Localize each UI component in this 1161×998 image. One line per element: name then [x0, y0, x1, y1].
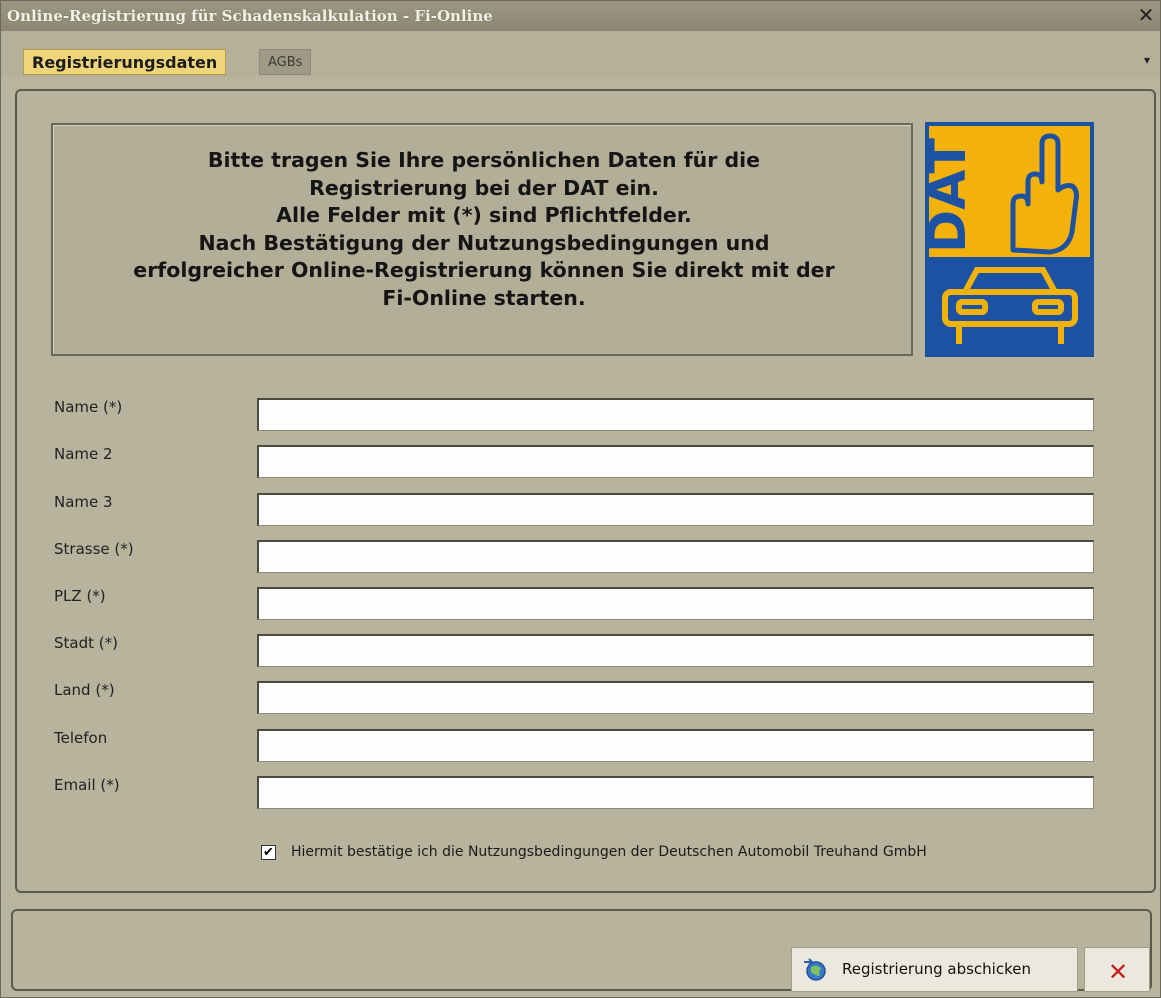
- label-name2: Name 2: [54, 445, 113, 463]
- strasse-field[interactable]: [257, 540, 1094, 573]
- info-line: Fi-Online starten.: [382, 285, 586, 310]
- dat-logo-text: DAT: [925, 138, 978, 253]
- title-bar: Online-Registrierung für Schadenskalkula…: [1, 1, 1160, 31]
- info-line: Nach Bestätigung der Nutzungsbedingungen…: [198, 230, 770, 255]
- label-name: Name (*): [54, 398, 123, 416]
- info-line: Alle Felder mit (*) sind Pflichtfelder.: [276, 203, 692, 227]
- window-title: Online-Registrierung für Schadenskalkula…: [7, 7, 493, 25]
- telefon-field[interactable]: [257, 729, 1094, 762]
- label-plz: PLZ (*): [54, 587, 106, 605]
- close-icon[interactable]: ✕: [1136, 4, 1156, 26]
- info-text: Bitte tragen Sie Ihre persönlichen Daten…: [53, 147, 915, 312]
- label-stadt: Stadt (*): [54, 634, 118, 652]
- terms-label: Hiermit bestätige ich die Nutzungsbeding…: [291, 844, 927, 860]
- tab-dropdown-icon[interactable]: ▾: [1144, 53, 1150, 67]
- name2-field[interactable]: [257, 445, 1094, 478]
- tab-registrierungsdaten[interactable]: Registrierungsdaten: [23, 49, 227, 75]
- label-name3: Name 3: [54, 493, 113, 511]
- globe-arrow-icon: [804, 958, 826, 981]
- terms-checkbox[interactable]: ✔: [261, 845, 276, 860]
- dat-logo: DAT: [925, 122, 1094, 357]
- submit-label: Registrierung abschicken: [842, 960, 1031, 978]
- stadt-field[interactable]: [257, 634, 1094, 667]
- name3-field[interactable]: [257, 493, 1094, 526]
- label-telefon: Telefon: [54, 729, 108, 747]
- plz-field[interactable]: [257, 587, 1094, 620]
- cancel-x-icon: ✕: [1108, 958, 1129, 986]
- submit-registration-button[interactable]: Registrierung abschicken: [791, 947, 1078, 992]
- cancel-button[interactable]: ✕: [1084, 947, 1150, 992]
- label-land: Land (*): [54, 681, 115, 699]
- email-field[interactable]: [257, 776, 1094, 809]
- info-line: erfolgreicher Online-Registrierung könne…: [133, 258, 835, 282]
- label-strasse: Strasse (*): [54, 540, 134, 558]
- name-field[interactable]: [257, 398, 1094, 431]
- registration-window: Online-Registrierung für Schadenskalkula…: [0, 0, 1161, 998]
- info-line: Registrierung bei der DAT ein.: [309, 175, 659, 200]
- info-line: Bitte tragen Sie Ihre persönlichen Daten…: [207, 148, 761, 172]
- tab-strip: Registrierungsdaten AGBs ▾: [1, 31, 1160, 77]
- tab-agbs[interactable]: AGBs: [259, 49, 312, 75]
- info-box: Bitte tragen Sie Ihre persönlichen Daten…: [51, 123, 913, 356]
- land-field[interactable]: [257, 681, 1094, 714]
- label-email: Email (*): [54, 776, 120, 794]
